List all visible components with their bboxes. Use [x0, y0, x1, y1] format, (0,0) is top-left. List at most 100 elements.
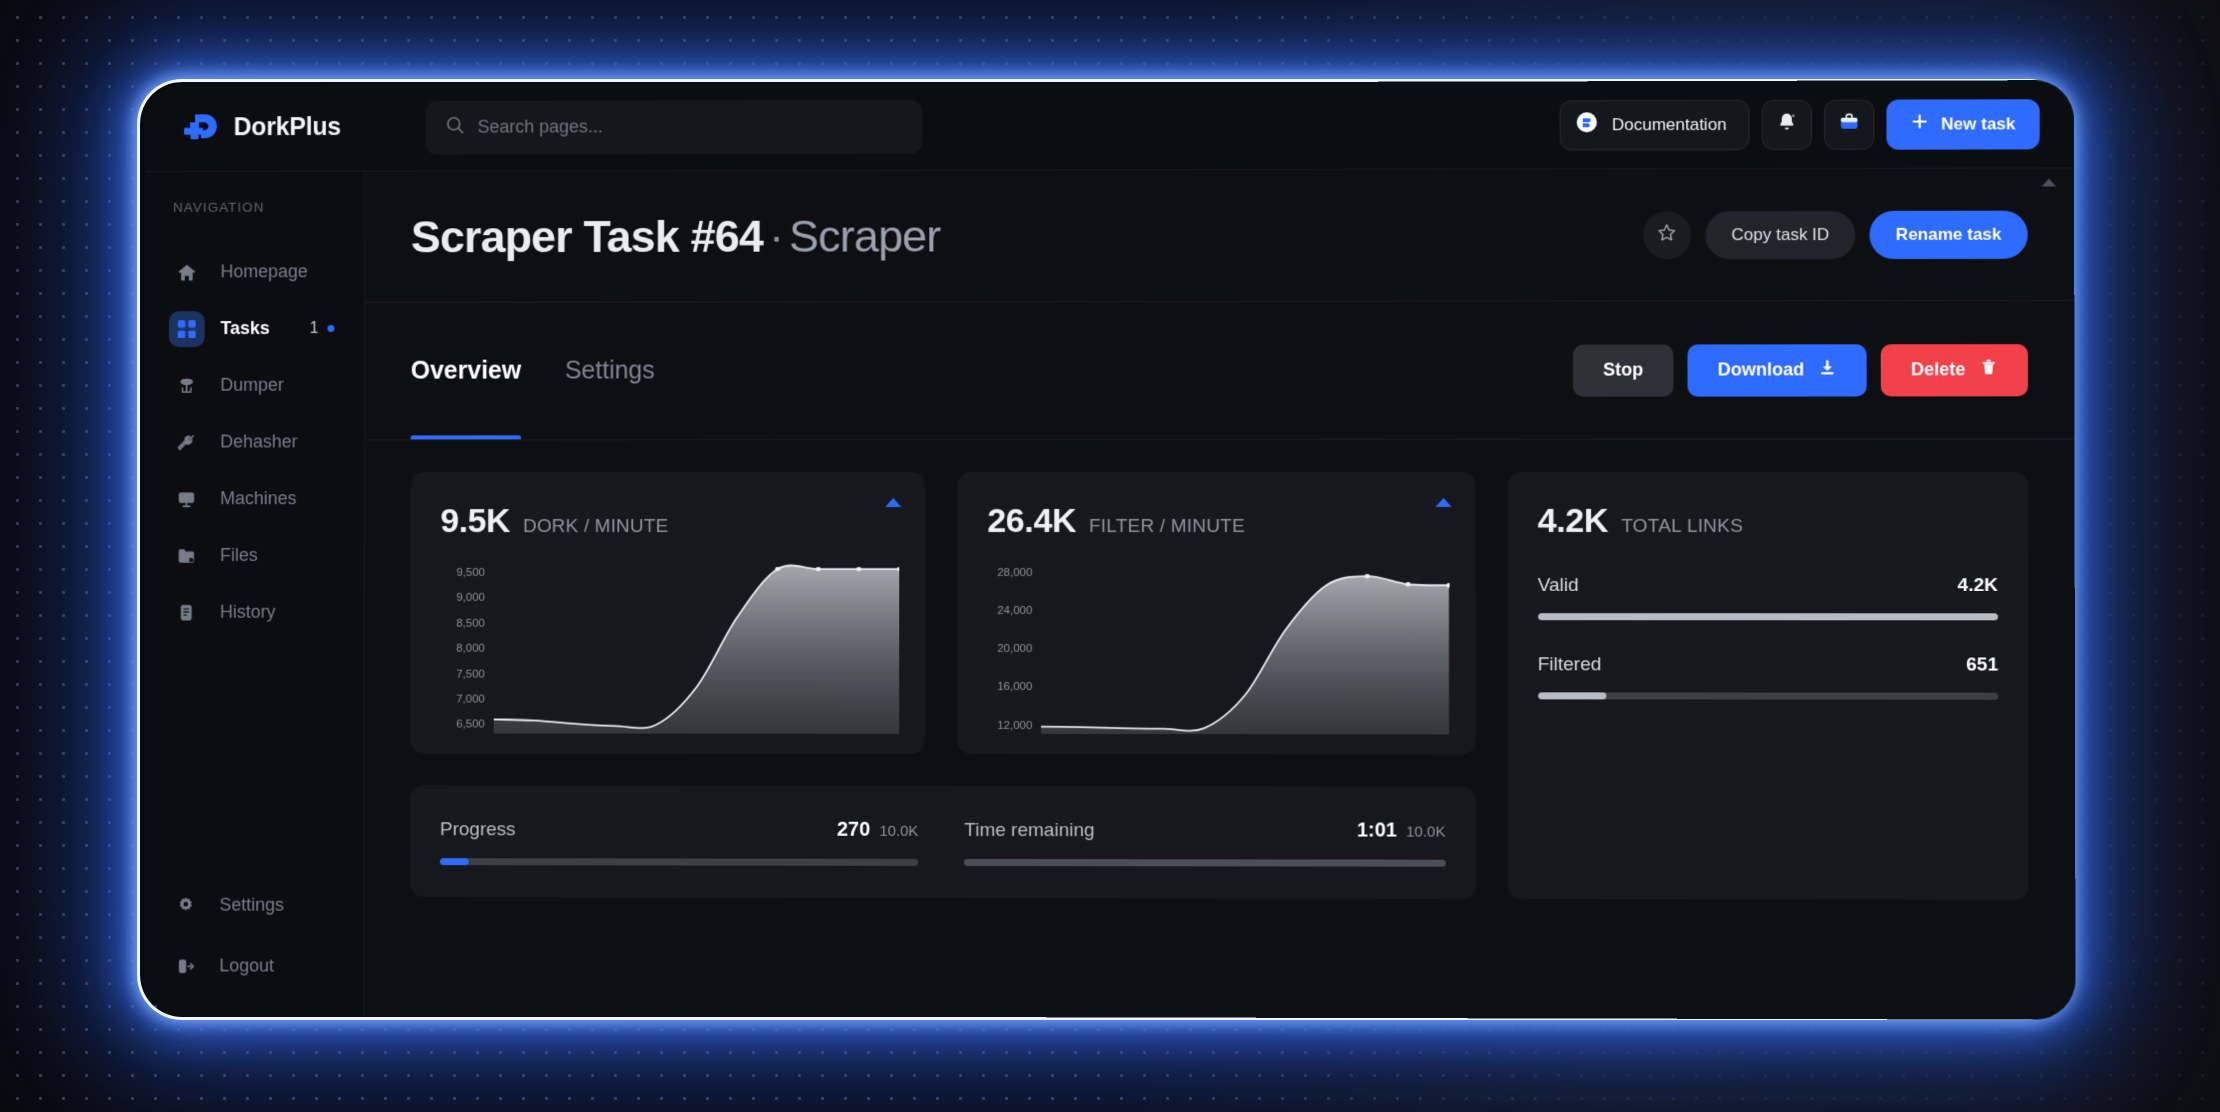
main-content: Scraper Task #64·Scraper Copy task ID: [364, 168, 2076, 1020]
valid-links-bar-track: [1537, 613, 1999, 621]
sidebar-item-files[interactable]: Files: [163, 532, 346, 579]
gear-icon: [168, 887, 204, 923]
progress-total: 10.0K: [879, 822, 919, 840]
dork-metric-value: 9.5K: [440, 502, 511, 541]
valid-links-line: Valid 4.2K: [1538, 575, 1998, 597]
copy-task-id-label: Copy task ID: [1731, 224, 1830, 244]
trash-icon: [1980, 358, 1998, 381]
copy-task-id-button[interactable]: Copy task ID: [1705, 210, 1856, 259]
valid-links-label: Valid: [1537, 575, 1579, 597]
y-tick: 20,000: [997, 643, 1033, 656]
total-links-caption: TOTAL LINKS: [1621, 515, 1744, 537]
total-links-value: 4.2K: [1537, 501, 1609, 540]
documentation-label: Documentation: [1611, 114, 1727, 134]
new-task-label: New task: [1941, 113, 2016, 134]
triangle-up-icon: [1435, 497, 1452, 507]
star-icon: [1656, 222, 1677, 248]
stop-label: Stop: [1603, 359, 1644, 380]
rename-task-label: Rename task: [1895, 224, 2002, 244]
monitor-icon: [169, 481, 205, 517]
key-icon: [169, 424, 205, 460]
y-tick: 8,000: [456, 642, 485, 655]
filter-metric-caption: FILTER / MINUTE: [1089, 515, 1245, 538]
progress-value: 270: [836, 818, 871, 841]
sidebar-item-label: Settings: [219, 894, 285, 915]
progress-bar-track: [439, 857, 919, 866]
top-bar: DorkPlus Search pages... Documentation N…: [145, 80, 2075, 173]
sidebar-section-title: NAVIGATION: [173, 199, 265, 215]
time-remaining-column: Time remaining 1:01 10.0K: [964, 818, 1446, 867]
sidebar-item-homepage[interactable]: Homepage: [163, 248, 346, 295]
filtered-links-bar-track: [1537, 692, 1999, 700]
dork-chart: 9,500 9,000 8,500 8,000 7,500 7,000 6,50…: [436, 564, 900, 734]
new-task-button[interactable]: New task: [1886, 98, 2040, 150]
favorite-button[interactable]: [1642, 210, 1692, 259]
search-icon: [445, 115, 465, 140]
tab-overview[interactable]: Overview: [411, 303, 522, 440]
y-tick: 9,000: [456, 592, 485, 605]
page-title-separator: ·: [768, 210, 784, 262]
delete-button[interactable]: Delete: [1880, 343, 2029, 396]
sidebar-item-label: Machines: [220, 488, 297, 509]
progress-bar-fill: [439, 857, 469, 865]
download-label: Download: [1717, 359, 1805, 380]
dorkplus-logo-icon: [181, 108, 221, 148]
tab-bar: Overview Settings Stop Download Delete: [365, 300, 2075, 441]
time-remaining-total: 10.0K: [1406, 823, 1446, 841]
valid-links-value: 4.2K: [1957, 575, 1999, 597]
delete-label: Delete: [1910, 359, 1966, 380]
valid-links-row: Valid 4.2K: [1537, 575, 1999, 621]
briefcase-button[interactable]: [1824, 99, 1875, 150]
status-dot-icon: [327, 324, 335, 332]
page-title-main: Scraper Task #64: [410, 210, 763, 262]
download-button[interactable]: Download: [1687, 343, 1867, 397]
filter-chart-y-axis: 28,000 24,000 20,000 16,000 12,000: [983, 564, 1041, 734]
window-body: NAVIGATION Homepage Tasks 1 Dumper Dehas…: [143, 168, 2076, 1020]
progress-label: Progress: [439, 818, 516, 840]
stop-button[interactable]: Stop: [1572, 343, 1674, 397]
sidebar-item-history[interactable]: History: [162, 589, 345, 636]
bell-icon: [1776, 111, 1798, 138]
top-bar-actions: Documentation New task: [1559, 98, 2040, 150]
tab-settings[interactable]: Settings: [565, 303, 655, 440]
sidebar-item-dumper[interactable]: Dumper: [163, 362, 346, 409]
time-remaining-line: Time remaining 1:01 10.0K: [964, 818, 1445, 842]
tab-label: Overview: [410, 356, 522, 385]
y-tick: 12,000: [997, 719, 1033, 732]
sidebar-bottom-list: Settings Logout: [144, 882, 363, 990]
dork-metric-header: 9.5K DORK / MINUTE: [440, 502, 895, 541]
y-tick: 7,500: [456, 668, 485, 681]
sidebar-item-label: Tasks: [220, 318, 270, 339]
triangle-up-icon: [885, 498, 902, 508]
filtered-links-value: 651: [1966, 654, 1999, 676]
tab-label: Settings: [564, 356, 655, 385]
y-tick: 16,000: [997, 681, 1033, 694]
book-circle-icon: [1575, 110, 1599, 139]
plus-icon: [1911, 113, 1929, 136]
search-input[interactable]: Search pages...: [424, 99, 923, 155]
database-tree-icon: [169, 367, 205, 403]
y-tick: 24,000: [997, 605, 1033, 618]
filter-chart-plot: [1041, 564, 1450, 735]
sidebar-item-machines[interactable]: Machines: [163, 475, 346, 522]
progress-line: Progress 270 10.0K: [440, 818, 918, 842]
filter-metric-value: 26.4K: [987, 502, 1077, 541]
y-tick: 6,500: [456, 718, 485, 731]
sidebar: NAVIGATION Homepage Tasks 1 Dumper Dehas…: [143, 171, 366, 1016]
dork-chart-y-axis: 9,500 9,000 8,500 8,000 7,500 7,000 6,50…: [436, 564, 494, 734]
sidebar-tasks-badge-count: 1: [309, 319, 319, 337]
sidebar-item-dehasher[interactable]: Dehasher: [163, 419, 346, 466]
sidebar-item-tasks[interactable]: Tasks 1: [163, 305, 346, 352]
rename-task-button[interactable]: Rename task: [1869, 210, 2028, 259]
documentation-button[interactable]: Documentation: [1559, 99, 1750, 150]
y-tick: 7,000: [456, 693, 485, 706]
sidebar-item-settings[interactable]: Settings: [162, 882, 346, 929]
time-remaining-bar-track: [964, 858, 1446, 867]
notifications-button[interactable]: [1761, 99, 1813, 150]
brand[interactable]: DorkPlus: [173, 107, 393, 147]
page-title: Scraper Task #64 · Scraper: [411, 210, 941, 263]
valid-links-bar-fill: [1537, 613, 1999, 621]
sidebar-item-logout[interactable]: Logout: [162, 942, 346, 989]
scroll-up-indicator-icon[interactable]: [2041, 178, 2056, 187]
sidebar-item-label: Dehasher: [220, 431, 298, 452]
